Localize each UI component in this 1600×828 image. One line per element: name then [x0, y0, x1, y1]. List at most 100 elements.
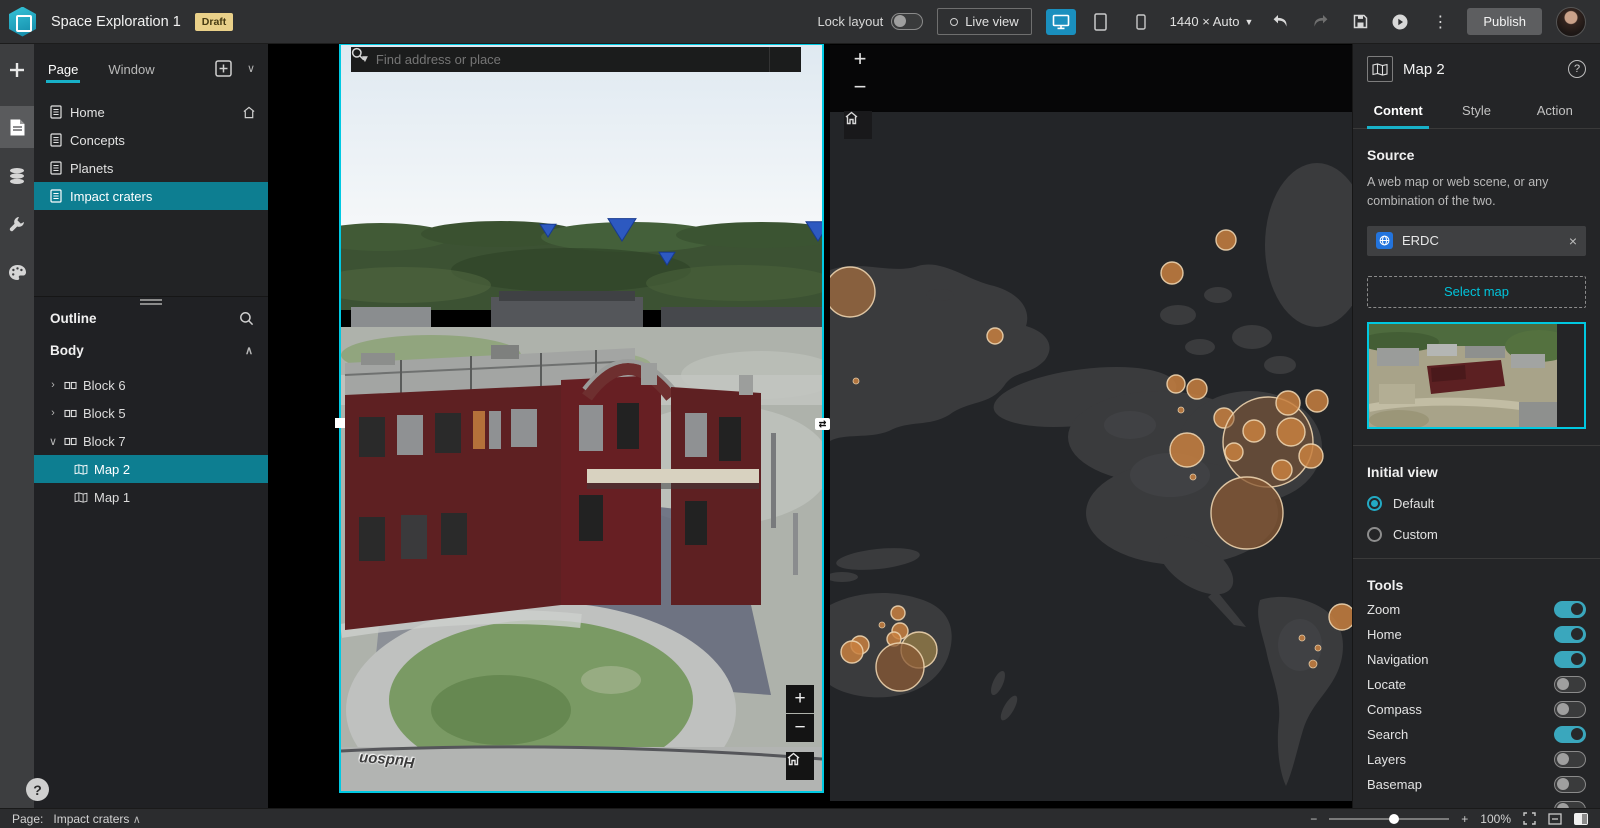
- rail-page-button[interactable]: [0, 106, 34, 148]
- crater-bubble[interactable]: [1299, 635, 1305, 641]
- crater-bubble[interactable]: [1167, 375, 1185, 393]
- toggle-locate[interactable]: [1554, 676, 1586, 693]
- crater-bubble[interactable]: [1315, 645, 1321, 651]
- crater-bubble[interactable]: [1277, 418, 1305, 446]
- outline-item[interactable]: ›Block 5: [34, 399, 268, 427]
- crater-bubble[interactable]: [841, 641, 863, 663]
- outline-body-row[interactable]: Body ∧: [50, 343, 254, 358]
- select-map-button[interactable]: Select map: [1367, 276, 1586, 308]
- tab-style[interactable]: Style: [1437, 94, 1515, 128]
- zoom-in-button[interactable]: +: [1461, 812, 1468, 826]
- page-list-item[interactable]: Concepts: [34, 126, 268, 154]
- publish-button[interactable]: Publish: [1467, 8, 1542, 35]
- tab-action[interactable]: Action: [1516, 94, 1594, 128]
- tab-window[interactable]: Window: [106, 48, 156, 89]
- crater-bubble[interactable]: [1329, 604, 1352, 630]
- crater-bubble[interactable]: [1211, 477, 1283, 549]
- panel-splitter-handle[interactable]: [140, 299, 162, 305]
- crater-bubble[interactable]: [1276, 391, 1300, 415]
- zoom-slider-handle[interactable]: [1389, 814, 1399, 824]
- resize-handle-left[interactable]: [335, 418, 345, 428]
- initial-view-custom-option[interactable]: Custom: [1367, 527, 1586, 542]
- lock-layout-toggle[interactable]: [891, 13, 923, 30]
- map2-zoom-in-button[interactable]: +: [786, 685, 814, 713]
- toggle-home[interactable]: [1554, 626, 1586, 643]
- tab-page[interactable]: Page: [46, 48, 80, 89]
- crater-bubble[interactable]: [879, 622, 885, 628]
- save-button[interactable]: [1347, 9, 1373, 35]
- crater-bubble[interactable]: [1170, 433, 1204, 467]
- help-icon[interactable]: ?: [1568, 60, 1586, 78]
- chevron-right-icon[interactable]: ›: [48, 407, 58, 419]
- chevron-up-icon[interactable]: ∧: [244, 344, 254, 357]
- crater-bubble[interactable]: [1272, 460, 1292, 480]
- viewport-size-select[interactable]: 1440 × Auto ▼: [1170, 14, 1254, 29]
- device-phone-button[interactable]: [1126, 9, 1156, 35]
- add-widget-button[interactable]: [0, 50, 34, 90]
- more-options-button[interactable]: ⋮: [1427, 9, 1453, 35]
- chevron-down-icon[interactable]: ∨: [246, 62, 256, 75]
- fit-width-button[interactable]: [1548, 813, 1562, 825]
- toggle-layers[interactable]: [1554, 751, 1586, 768]
- crater-bubble[interactable]: [1190, 474, 1196, 480]
- rail-tools-button[interactable]: [0, 204, 34, 244]
- outline-item[interactable]: ∨Block 7: [34, 427, 268, 455]
- add-page-icon[interactable]: [215, 60, 232, 77]
- preview-play-button[interactable]: [1387, 9, 1413, 35]
- search-submit[interactable]: [769, 47, 801, 72]
- crater-bubble[interactable]: [891, 606, 905, 620]
- map1-zoom-in-button[interactable]: +: [848, 45, 872, 73]
- page-list-item[interactable]: Planets: [34, 154, 268, 182]
- crater-bubble[interactable]: [1187, 379, 1207, 399]
- crater-bubble[interactable]: [1178, 407, 1184, 413]
- zoom-out-button[interactable]: −: [1310, 812, 1317, 826]
- map2-widget[interactable]: ▼ + − Hudson ⇄: [341, 45, 822, 791]
- device-desktop-button[interactable]: [1046, 9, 1076, 35]
- map2-zoom-out-button[interactable]: −: [786, 714, 814, 742]
- crater-bubble[interactable]: [853, 378, 859, 384]
- page-list-item[interactable]: Impact craters: [34, 182, 268, 210]
- resize-handle-right[interactable]: ⇄: [815, 418, 830, 430]
- crater-bubble[interactable]: [830, 267, 875, 317]
- crater-bubble[interactable]: [1216, 230, 1236, 250]
- page-list-item[interactable]: Home: [34, 98, 268, 126]
- crater-bubble[interactable]: [876, 643, 924, 691]
- toggle-search[interactable]: [1554, 726, 1586, 743]
- rail-data-button[interactable]: [0, 156, 34, 196]
- world-map-view[interactable]: [830, 45, 1352, 801]
- help-button[interactable]: ?: [26, 778, 49, 801]
- toggle-basemap[interactable]: [1554, 776, 1586, 793]
- chevron-down-icon[interactable]: ∨: [48, 435, 58, 448]
- crater-bubble[interactable]: [1309, 660, 1317, 668]
- toggle-navigation[interactable]: [1554, 651, 1586, 668]
- zoom-slider[interactable]: [1329, 818, 1449, 820]
- live-view-button[interactable]: Live view: [937, 8, 1031, 35]
- outline-search-icon[interactable]: [239, 311, 254, 326]
- initial-view-default-option[interactable]: Default: [1367, 496, 1586, 511]
- user-avatar[interactable]: [1556, 7, 1586, 37]
- scene-3d-view[interactable]: [341, 45, 822, 791]
- device-tablet-button[interactable]: [1086, 9, 1116, 35]
- toggle-zoom[interactable]: [1554, 601, 1586, 618]
- toggle-panel-button[interactable]: [1574, 813, 1588, 825]
- map1-zoom-out-button[interactable]: −: [848, 73, 872, 101]
- crater-bubble[interactable]: [1299, 444, 1323, 468]
- source-item[interactable]: ERDC ×: [1367, 226, 1586, 256]
- toggle-hidden[interactable]: [1554, 801, 1586, 808]
- map1-home-button[interactable]: [844, 111, 872, 139]
- rail-theme-button[interactable]: [0, 252, 34, 292]
- outline-item[interactable]: ›Block 6: [34, 371, 268, 399]
- map1-widget[interactable]: + −: [830, 45, 1352, 801]
- undo-button[interactable]: [1267, 9, 1293, 35]
- crater-bubble[interactable]: [1243, 420, 1265, 442]
- fit-to-window-button[interactable]: [1523, 812, 1536, 825]
- chevron-right-icon[interactable]: ›: [48, 379, 58, 391]
- outline-item[interactable]: Map 2: [34, 455, 268, 483]
- search-input[interactable]: [370, 52, 769, 67]
- crater-bubble[interactable]: [987, 328, 1003, 344]
- redo-button[interactable]: [1307, 9, 1333, 35]
- crater-bubble[interactable]: [1161, 262, 1183, 284]
- statusbar-page-selector[interactable]: Impact craters ∧: [53, 812, 140, 826]
- tab-content[interactable]: Content: [1359, 94, 1437, 128]
- crater-bubble[interactable]: [1306, 390, 1328, 412]
